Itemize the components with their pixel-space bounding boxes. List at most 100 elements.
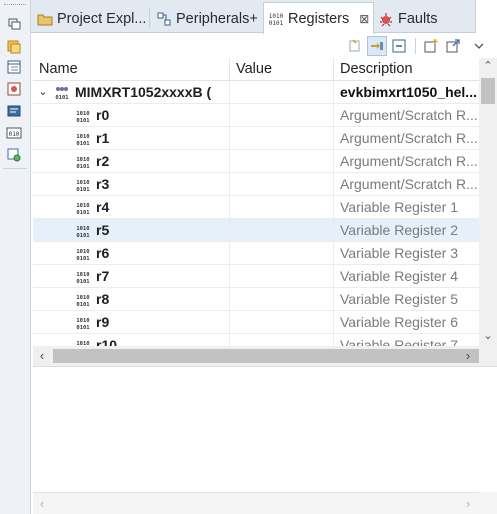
debug-icon[interactable]: [4, 80, 24, 98]
horizontal-scrollbar[interactable]: ‹ ›: [33, 346, 479, 366]
root-name: MIMXRT1052xxxxB (: [75, 84, 212, 100]
svg-text:0101: 0101: [76, 325, 90, 330]
svg-text:010: 010: [9, 131, 20, 138]
register-value[interactable]: [230, 242, 334, 265]
table-row[interactable]: 1010 0101 r1 Argument/Scratch R...: [33, 127, 479, 150]
detail-horizontal-scrollbar[interactable]: ‹ ›: [33, 492, 479, 514]
register-value[interactable]: [230, 104, 334, 127]
register-description: Variable Register 5: [340, 291, 459, 307]
chevron-down-icon[interactable]: ⌄: [37, 81, 49, 104]
root-value: [230, 81, 334, 104]
register-value[interactable]: [230, 288, 334, 311]
scroll-down-icon[interactable]: ⌄: [479, 328, 497, 344]
register-name: r5: [96, 222, 110, 238]
register-name: r10: [96, 337, 118, 346]
table-row[interactable]: 10100101 r10 Variable Register 7: [33, 334, 479, 346]
register-value[interactable]: [230, 219, 334, 242]
table-row[interactable]: 1010 0101 r0 Argument/Scratch R...: [33, 104, 479, 127]
table-row[interactable]: 1010 0101 r9 Variable Register 6: [33, 311, 479, 334]
register-value[interactable]: [230, 311, 334, 334]
table-row[interactable]: 1010 0101 r6 Variable Register 3: [33, 242, 479, 265]
tab-project-explorer[interactable]: Project Expl...: [33, 4, 150, 33]
tab-faults[interactable]: Faults: [374, 4, 442, 33]
tab-label: Registers: [288, 10, 350, 27]
scroll-corner: [479, 492, 497, 514]
memory-icon[interactable]: [4, 37, 24, 55]
register-icon: 10100101: [75, 270, 91, 284]
search-view-icon[interactable]: [4, 146, 24, 164]
register-value[interactable]: [230, 150, 334, 173]
svg-text:1010: 1010: [76, 226, 89, 232]
scroll-right-icon[interactable]: ›: [459, 346, 477, 366]
show-fields-icon[interactable]: [367, 36, 387, 56]
view-toolbar: [31, 34, 497, 58]
svg-text:0101: 0101: [76, 233, 90, 238]
register-name: r7: [96, 268, 110, 284]
tab-registers[interactable]: 1010 0101 Registers ⊠: [263, 2, 375, 34]
folder-icon: [37, 14, 53, 25]
scroll-corner: [479, 346, 497, 366]
register-name: r3: [96, 176, 110, 192]
scroll-right-icon[interactable]: ›: [459, 493, 477, 514]
svg-text:1010: 1010: [76, 157, 89, 163]
svg-text:1010: 1010: [76, 249, 89, 255]
new-group-icon[interactable]: [421, 36, 441, 56]
terminal-icon[interactable]: [4, 102, 24, 120]
clear-icon[interactable]: [345, 36, 365, 56]
table-row[interactable]: 1010 0101 r4 Variable Register 1: [33, 196, 479, 219]
root-description: evkbimxrt1050_hel...: [340, 84, 477, 100]
register-icon: 10100101: [75, 339, 91, 347]
collapse-all-icon[interactable]: [389, 36, 409, 56]
svg-text:0101: 0101: [76, 141, 90, 146]
console-icon[interactable]: [4, 58, 24, 76]
column-header-value[interactable]: Value: [230, 58, 334, 81]
register-value[interactable]: [230, 196, 334, 219]
register-value[interactable]: [230, 334, 334, 346]
tab-label: Project Expl...: [57, 10, 147, 27]
register-description: Argument/Scratch R...: [340, 153, 478, 169]
registers-icon: 10100101: [269, 13, 284, 27]
svg-text:1010: 1010: [76, 134, 89, 140]
register-description: Variable Register 3: [340, 245, 459, 261]
svg-text:1010: 1010: [76, 295, 89, 301]
column-header-description[interactable]: Description: [334, 58, 479, 81]
register-value[interactable]: [230, 265, 334, 288]
svg-text:1010: 1010: [76, 180, 89, 186]
table-header: Name Value Description: [33, 58, 479, 81]
faults-icon: [380, 12, 392, 26]
svg-text:0101: 0101: [269, 20, 284, 27]
view-menu-icon[interactable]: [469, 36, 489, 56]
vertical-scrollbar[interactable]: ⌃ ⌄: [479, 58, 497, 346]
table-row[interactable]: 1010 0101 r7 Variable Register 4: [33, 265, 479, 288]
register-description: Argument/Scratch R...: [340, 107, 478, 123]
svg-text:0101: 0101: [76, 256, 90, 261]
tab-peripherals[interactable]: Peripherals+: [152, 4, 262, 33]
table-row[interactable]: 1010 0101 r8 Variable Register 5: [33, 288, 479, 311]
register-icon: 10100101: [75, 178, 91, 192]
table-row[interactable]: 1010 0101 r3 Argument/Scratch R...: [33, 173, 479, 196]
register-description: Argument/Scratch R...: [340, 130, 478, 146]
column-header-name[interactable]: Name: [33, 58, 230, 81]
horizontal-scroll-thumb[interactable]: [53, 349, 479, 363]
register-description: Variable Register 7: [340, 337, 459, 346]
table-row[interactable]: 1010 0101 r5 Variable Register 2: [33, 219, 479, 242]
export-icon[interactable]: [443, 36, 463, 56]
scroll-up-icon[interactable]: ⌃: [479, 58, 497, 74]
left-toolbar: 010: [0, 0, 31, 514]
svg-text:1010: 1010: [76, 318, 89, 324]
toolbar-grip[interactable]: [4, 4, 26, 6]
scroll-left-icon[interactable]: ‹: [33, 346, 51, 366]
scroll-left-icon[interactable]: ‹: [33, 493, 51, 514]
table-row-root[interactable]: ⌄ 0101 MIMXRT1052xxxxB ( evkbimxrt1050_h…: [33, 81, 479, 104]
register-icon: 10100101: [75, 316, 91, 330]
peripherals-icon: [157, 12, 171, 25]
binary-icon[interactable]: 010: [4, 124, 24, 142]
restore-icon[interactable]: [4, 14, 24, 32]
close-icon[interactable]: ⊠: [359, 12, 369, 26]
vertical-scroll-thumb[interactable]: [481, 78, 495, 104]
table-row[interactable]: 1010 0101 r2 Argument/Scratch R...: [33, 150, 479, 173]
register-value[interactable]: [230, 127, 334, 150]
register-description: Variable Register 4: [340, 268, 459, 284]
register-value[interactable]: [230, 173, 334, 196]
tab-overflow-area: [475, 0, 497, 33]
